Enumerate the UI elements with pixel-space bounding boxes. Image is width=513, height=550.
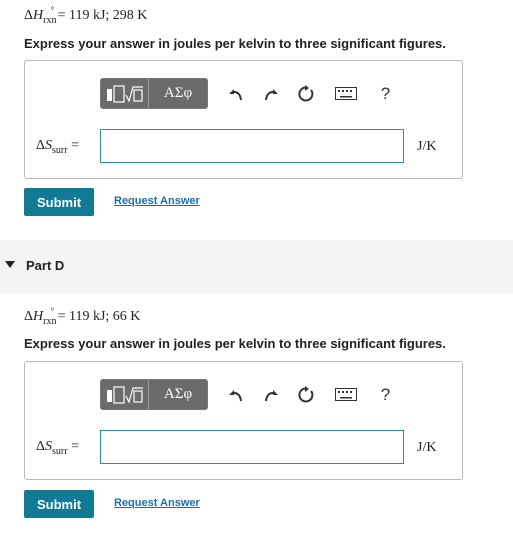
entropy-label: ΔSsurr = <box>36 439 79 457</box>
greek-icon[interactable]: ΑΣφ <box>149 79 207 108</box>
greek-icon[interactable]: ΑΣφ <box>149 380 207 409</box>
reset-icon[interactable] <box>288 380 323 409</box>
delta-symbol: Δ <box>36 439 46 454</box>
answer-box: ΑΣφ ? ΔSsurr = J/K <box>24 60 463 179</box>
delta-symbol: Δ <box>24 8 34 23</box>
templates-icon[interactable] <box>101 79 149 108</box>
instruction-text: Express your answer in joules per kelvin… <box>24 336 446 351</box>
unit-label: J/K <box>417 139 437 154</box>
templates-icon[interactable] <box>101 380 149 409</box>
redo-icon[interactable] <box>253 380 288 409</box>
request-answer-link[interactable]: Request Answer <box>114 497 200 509</box>
answer-input[interactable] <box>100 430 404 464</box>
delta-symbol: Δ <box>24 309 34 324</box>
help-icon[interactable]: ? <box>368 79 403 108</box>
keyboard-icon[interactable] <box>323 380 368 409</box>
equals-sign: = <box>67 439 79 454</box>
unit-label: J/K <box>417 440 437 455</box>
undo-icon[interactable] <box>218 79 253 108</box>
math-toolbar: ΑΣφ ? <box>100 379 403 410</box>
given-enthalpy-d: ΔHrxn° = 119 kJ; 66 K <box>24 306 141 327</box>
h-symbol: H <box>33 309 44 324</box>
help-icon[interactable]: ? <box>368 380 403 409</box>
rxn-subscript: rxn <box>43 316 57 327</box>
degree-superscript: ° <box>50 5 55 15</box>
part-header[interactable]: Part D <box>0 240 513 293</box>
surr-subscript: surr <box>52 446 68 457</box>
math-toolbar: ΑΣφ ? <box>100 78 403 109</box>
h-symbol: H <box>33 8 44 23</box>
delta-symbol: Δ <box>36 138 46 153</box>
submit-button[interactable]: Submit <box>24 490 94 518</box>
s-symbol: S <box>45 439 53 454</box>
degree-superscript: ° <box>50 306 55 316</box>
answer-input[interactable] <box>100 129 404 163</box>
entropy-label: ΔSsurr = <box>36 138 79 156</box>
equals-sign: = <box>67 138 79 153</box>
given-value: = 119 kJ; 298 K <box>54 8 148 23</box>
toolbar-button-group: ΑΣφ <box>100 379 208 410</box>
s-symbol: S <box>45 138 53 153</box>
toolbar-button-group: ΑΣφ <box>100 78 208 109</box>
collapse-caret-icon[interactable] <box>5 261 15 268</box>
undo-icon[interactable] <box>218 380 253 409</box>
given-value: = 119 kJ; 66 K <box>54 309 141 324</box>
keyboard-icon[interactable] <box>323 79 368 108</box>
rxn-subscript: rxn <box>43 15 57 26</box>
answer-box: ΑΣφ ? ΔSsurr = J/K <box>24 361 463 480</box>
submit-button[interactable]: Submit <box>24 188 94 216</box>
reset-icon[interactable] <box>288 79 323 108</box>
instruction-text: Express your answer in joules per kelvin… <box>24 36 446 51</box>
given-enthalpy-c: ΔHrxn° = 119 kJ; 298 K <box>24 5 148 26</box>
surr-subscript: surr <box>52 145 68 156</box>
request-answer-link[interactable]: Request Answer <box>114 195 200 207</box>
redo-icon[interactable] <box>253 79 288 108</box>
part-title: Part D <box>26 258 65 273</box>
